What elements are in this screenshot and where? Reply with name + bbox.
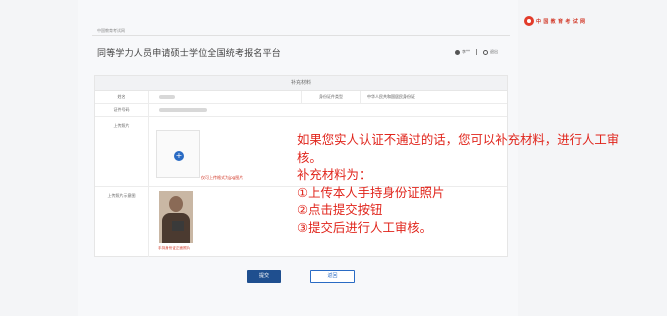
header-divider (92, 35, 510, 36)
user-icon (455, 49, 460, 55)
annotation-line: 补充材料为： (297, 167, 372, 182)
annotation-line: ①上传本人手持身份证照片 (297, 184, 445, 200)
annotation-line: ③提交后进行人工审核。 (297, 219, 433, 235)
upload-label: 上传照片 (113, 123, 130, 128)
sample-label: 上传照片示意图 (107, 193, 136, 198)
back-button[interactable]: 返回 (310, 270, 355, 283)
id-number-value-blurred (159, 108, 207, 112)
id-type-label: 身份证件类型 (301, 91, 361, 103)
row-id-number: 证件号码 (95, 104, 507, 117)
sample-caption: 手持身份证正面照片 (158, 246, 191, 250)
page-title: 同等学力人员申请硕士学位全国统考报名平台 (97, 49, 282, 59)
submit-button[interactable]: 提交 (247, 270, 281, 283)
row-name-id-type: 姓名 身份证件类型 中华人民共和国居民身份证 (95, 91, 507, 104)
exit-link[interactable]: 退出 (490, 49, 498, 55)
id-type-value: 中华人民共和国居民身份证 (367, 94, 415, 99)
upload-photo-box[interactable]: + (156, 130, 200, 178)
site-logo: 中 国 教 育 考 试 网 (524, 16, 585, 26)
logo-text: 中 国 教 育 考 试 网 (536, 18, 586, 25)
instruction-annotation: 如果您实人认证不通过的话，您可以补充材料，进行人工审 核。 补充材料为： ①上传… (297, 131, 619, 236)
upload-label-cell: 上传照片 (95, 117, 149, 186)
breadcrumb[interactable]: 中国教育考试网 (97, 28, 125, 34)
name-value-blurred (159, 95, 175, 99)
plus-icon: + (174, 151, 184, 161)
exit-icon (483, 49, 488, 55)
upload-hint: 仅可上传格式为jpg图片 (201, 175, 244, 180)
form-section-title: 补充材料 (95, 76, 507, 91)
user-name[interactable]: 李** (462, 49, 470, 55)
annotation-line: ②点击提交按钮 (297, 202, 383, 217)
sample-photo (159, 191, 193, 243)
logo-icon (524, 16, 534, 26)
user-area: 李** 退出 (455, 48, 498, 56)
sample-label-cell: 上传照片示意图 (95, 187, 149, 257)
separator (476, 49, 477, 55)
name-label-cell: 姓名 (95, 91, 149, 103)
id-number-label: 证件号码 (113, 107, 130, 112)
annotation-line: 如果您实人认证不通过的话，您可以补充材料，进行人工审 (297, 132, 620, 147)
name-label: 姓名 (117, 94, 126, 99)
id-card-shape (172, 221, 184, 231)
id-number-label-cell: 证件号码 (95, 104, 149, 116)
annotation-line: 核。 (297, 149, 322, 165)
